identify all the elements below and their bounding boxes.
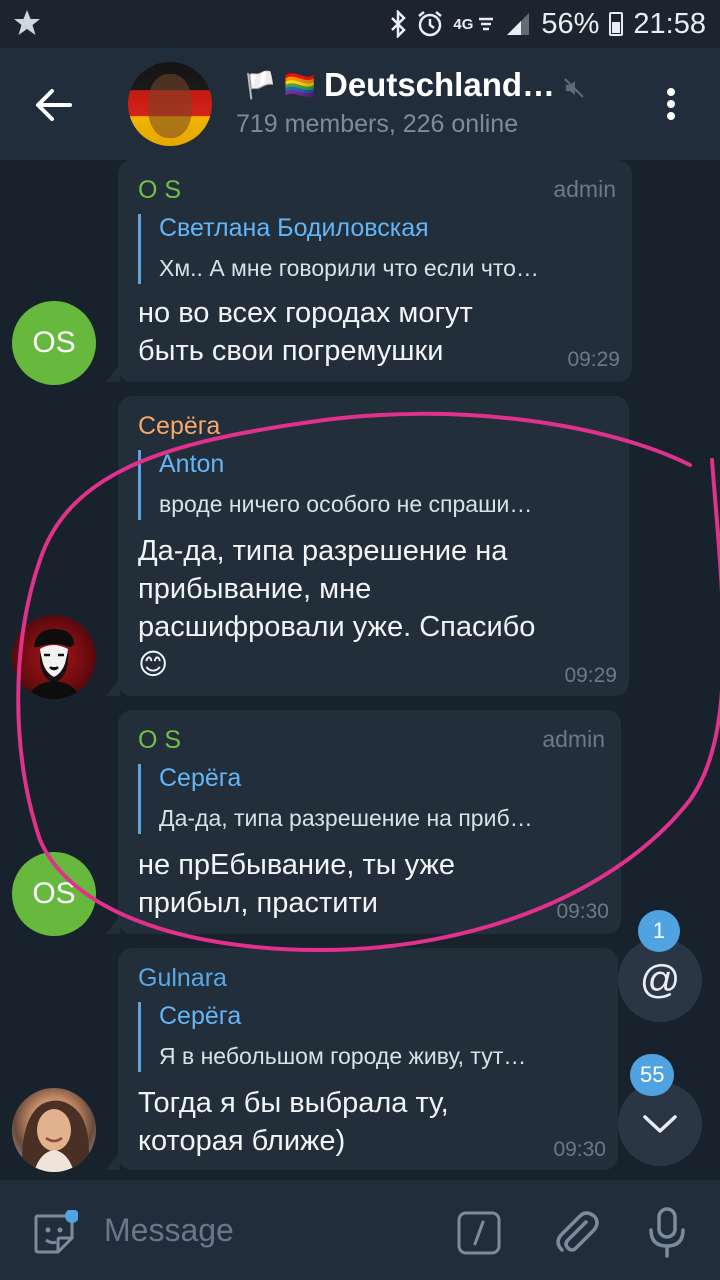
message-text: Да-да, типа разрешение на прибывание, мн… [138,535,536,681]
message-list[interactable]: OS O S admin Светлана Бодиловская Хм.. А… [0,160,720,1180]
wifi-icon [479,17,494,31]
title-flag-icons: 🏳️ 🏳️‍🌈 [244,69,316,100]
avatar[interactable] [12,615,96,699]
bot-command-icon[interactable] [456,1210,502,1256]
signal-icon [507,13,530,35]
network-type-label: 4G [453,15,474,33]
chat-title[interactable]: 🏳️ 🏳️‍🌈 Deutschland… [244,66,555,104]
chat-title-text: Deutschland… [323,66,556,103]
reply-author: Серёга [159,1002,242,1030]
sticker-emoji-icon[interactable] [30,1210,78,1258]
reply-author: Серёга [159,764,242,792]
at-sign-icon: @ [639,957,681,1002]
more-menu-icon[interactable] [656,84,686,124]
chat-header: 🏳️ 🏳️‍🌈 Deutschland… 719 members, 226 on… [0,48,720,160]
unread-count-badge: 55 [630,1054,675,1096]
mentions-count-badge: 1 [638,910,680,952]
back-arrow-icon[interactable] [28,78,82,132]
chevron-down-icon [643,1115,677,1133]
sender-name[interactable]: O S [138,726,181,755]
message-bubble[interactable]: Gulnara Серёга Я в небольшом городе живу… [106,948,618,1170]
reply-quote[interactable]: Серёга Я в небольшом городе живу, тут… [138,1002,602,1072]
message-composer [0,1180,720,1280]
reply-snippet: Да-да, типа разрешение на приб… [159,805,533,831]
avatar[interactable]: OS [12,301,96,385]
sender-name[interactable]: Gulnara [138,964,227,993]
sender-name[interactable]: Серёга [138,412,220,441]
admin-badge: admin [542,726,605,752]
reply-author: Anton [159,450,225,478]
reply-quote[interactable]: Светлана Бодиловская Хм.. А мне говорили… [138,214,616,284]
portrait-icon [28,629,80,699]
battery-icon [609,12,624,36]
admin-badge: admin [553,176,616,202]
app-notification-icon [14,10,40,35]
avatar[interactable] [12,1088,96,1172]
bluetooth-icon [391,10,407,38]
muted-speaker-icon [564,78,584,98]
message-time: 09:29 [564,664,617,687]
status-bar: 4G 56% 21:58 [0,0,720,48]
clock: 21:58 [633,7,706,40]
avatar-initials: OS [32,877,76,910]
message-text: не прЕбывание, ты уже прибыл, прастити [138,849,456,919]
message-time: 09:29 [567,348,620,371]
chat-subtitle: 719 members, 226 online [236,110,519,138]
message-bubble[interactable]: O S admin Серёга Да-да, типа разрешение … [106,710,621,934]
reply-quote[interactable]: Anton вроде ничего особого не спраши… [138,450,613,520]
reply-snippet: вроде ничего особого не спраши… [159,491,533,517]
message-text: Тогда я бы выбрала ту, которая ближе) [138,1087,449,1157]
portrait-icon [21,1100,90,1172]
reply-author: Светлана Бодиловская [159,214,429,242]
reply-quote[interactable]: Серёга Да-да, типа разрешение на приб… [138,764,605,834]
reply-snippet: Хм.. А мне говорили что если что… [159,255,539,281]
reply-snippet: Я в небольшом городе живу, тут… [159,1043,527,1069]
avatar[interactable]: OS [12,852,96,936]
attach-paperclip-icon[interactable] [550,1206,602,1258]
avatar-initials: OS [32,326,76,359]
message-text: но во всех городах могут быть свои погре… [138,297,473,367]
microphone-icon[interactable] [644,1206,690,1258]
battery-percent: 56% [541,7,600,40]
message-bubble[interactable]: Серёга Anton вроде ничего особого не спр… [106,396,629,696]
message-bubble[interactable]: O S admin Светлана Бодиловская Хм.. А мн… [106,160,632,382]
message-time: 09:30 [553,1138,606,1161]
message-input[interactable] [104,1208,424,1252]
message-time: 09:30 [556,900,609,923]
sender-name[interactable]: O S [138,176,181,205]
alarm-icon [418,11,443,37]
group-avatar[interactable] [128,62,212,146]
